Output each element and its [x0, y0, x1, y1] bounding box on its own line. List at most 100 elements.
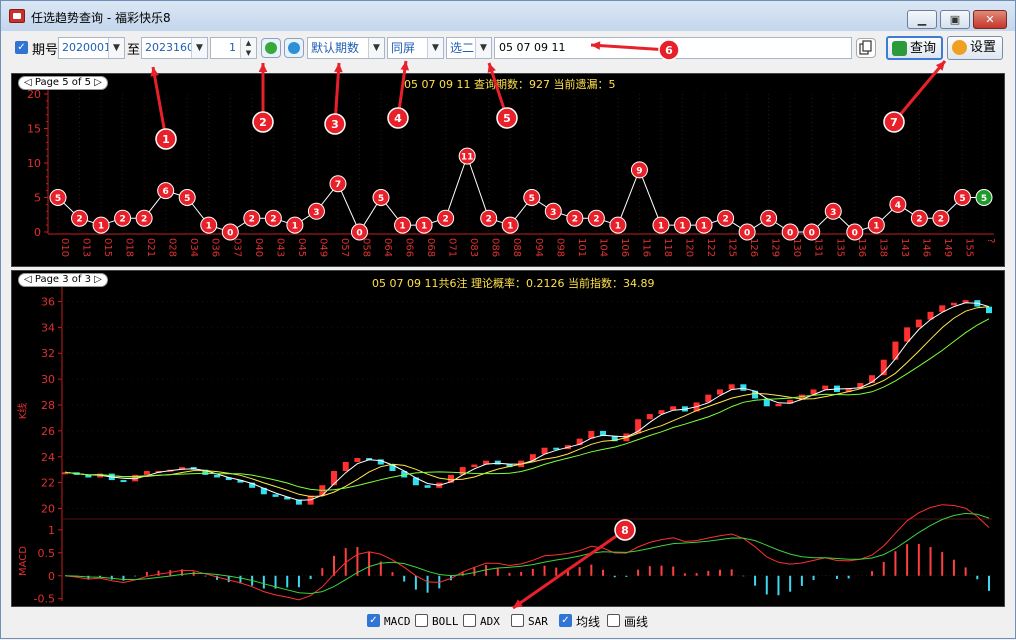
candle — [904, 327, 911, 342]
omission-data-label: 1 — [399, 222, 405, 232]
candle — [775, 403, 782, 407]
candle — [950, 302, 957, 306]
chevron-down-icon: ▼ — [108, 38, 124, 58]
main-window: 任选趋势查询 - 福彩快乐8 ▁ ▣ ✕ ✓ 期号 2020001 ▼ 至 20… — [0, 0, 1016, 639]
x-tick-label: 135 — [834, 238, 845, 257]
x-tick-label: 094 — [533, 238, 544, 257]
maximize-button[interactable]: ▣ — [940, 10, 970, 29]
omission-chart-panel: 0 5 10 15 20 010 013 015 018 021 028 034 036 037 040 04… — [11, 73, 1005, 267]
period-from-select[interactable]: 2020001 ▼ — [58, 37, 125, 59]
to-label: 至 — [127, 43, 141, 58]
title-bar: 任选趋势查询 - 福彩快乐8 ▁ ▣ ✕ — [1, 1, 1015, 31]
candle — [892, 341, 899, 360]
up-arrow-icon — [288, 42, 300, 54]
y-tick-label: 30 — [41, 373, 55, 386]
step-spinner[interactable]: 1 ▲ ▼ — [210, 37, 257, 59]
candle — [272, 494, 279, 497]
omission-data-label: 5 — [55, 194, 61, 204]
omission-data-label: 7 — [335, 180, 341, 190]
period-to-value: 2023160 — [145, 41, 194, 54]
y-tick-label: 5 — [34, 192, 41, 205]
bottom-page-navigator[interactable]: ◁ Page 3 of 3 ▷ — [18, 273, 108, 287]
y-tick-label: 0.5 — [38, 547, 56, 560]
y-tick-label: 20 — [41, 503, 55, 516]
x-tick-label: 131 — [813, 238, 824, 257]
omission-data-label: 0 — [809, 229, 815, 239]
x-tick-label: 130 — [791, 238, 802, 257]
x-tick-label: 086 — [490, 238, 501, 257]
indicator-options: ✓ MACD BOLL ADX SAR ✓ 均线 画线 — [1, 609, 1015, 633]
settings-label: 设置 — [970, 40, 997, 55]
y-tick-label: -0.5 — [34, 593, 55, 606]
omission-data-label: 2 — [442, 215, 448, 225]
candle — [915, 319, 922, 328]
copy-button[interactable] — [856, 38, 876, 58]
adx-label: ADX — [480, 615, 500, 628]
omission-data-label: 6 — [163, 187, 169, 197]
screen-select[interactable]: 同屏 ▼ — [387, 37, 444, 59]
omission-line — [57, 154, 984, 234]
omission-data-label: 1 — [206, 222, 212, 232]
close-button[interactable]: ✕ — [973, 10, 1007, 29]
x-tick-label: 136 — [856, 238, 867, 257]
y-tick-label: 22 — [41, 477, 55, 490]
x-tick-label: 064 — [382, 238, 393, 257]
draw-line-checkbox[interactable] — [607, 614, 620, 627]
refresh-button[interactable] — [261, 38, 281, 58]
x-tick-label: 146 — [920, 238, 931, 257]
x-tick-label: 036 — [210, 238, 221, 257]
x-tick-label: 028 — [167, 238, 178, 257]
omission-data-label: 0 — [744, 229, 750, 239]
period-from-value: 2020001 — [62, 41, 111, 54]
sar-checkbox[interactable] — [511, 614, 524, 627]
screen-value: 同屏 — [391, 41, 416, 55]
y-tick-label: 0 — [34, 226, 41, 239]
ma-checkbox[interactable]: ✓ — [559, 614, 572, 627]
chevron-down-icon: ▼ — [191, 38, 207, 58]
top-page-navigator[interactable]: ◁ Page 5 of 5 ▷ — [18, 76, 108, 90]
x-tick-label: 126 — [748, 238, 759, 257]
x-tick-label: 021 — [145, 238, 156, 257]
upload-button[interactable] — [284, 38, 304, 58]
k-axis-label: K线 — [16, 403, 29, 420]
y-tick-label: 26 — [41, 425, 55, 438]
settings-button[interactable]: 设置 — [947, 36, 1003, 60]
omission-data-label: 2 — [270, 215, 276, 225]
numbers-input[interactable]: 05 07 09 11 — [494, 37, 852, 59]
boll-checkbox[interactable] — [415, 614, 428, 627]
omission-data-label: 1 — [421, 222, 427, 232]
y-tick-label: 32 — [41, 347, 55, 360]
y-tick-label: 36 — [41, 295, 55, 308]
candle — [424, 485, 431, 488]
omission-data-label: 0 — [227, 229, 233, 239]
macd-checkbox[interactable]: ✓ — [367, 614, 380, 627]
candle — [342, 461, 349, 471]
pick-select[interactable]: 选二 ▼ — [446, 37, 492, 59]
omission-data-label: 2 — [76, 215, 82, 225]
x-tick-label: 040 — [253, 238, 264, 257]
adx-checkbox[interactable] — [463, 614, 476, 627]
y-tick-label: 0 — [48, 570, 55, 583]
x-tick-label: 037 — [231, 238, 242, 257]
query-button[interactable]: 查询 — [886, 36, 943, 60]
window-title: 任选趋势查询 - 福彩快乐8 — [31, 11, 171, 25]
step-value: 1 — [229, 41, 236, 54]
mode-select[interactable]: 默认期数 ▼ — [307, 37, 385, 59]
x-tick-label: 013 — [81, 238, 92, 257]
omission-data-label: 2 — [249, 215, 255, 225]
y-tick-label: 10 — [27, 157, 41, 170]
x-tick-label: 043 — [274, 238, 285, 257]
omission-data-label: 3 — [830, 208, 836, 218]
candle — [331, 471, 338, 486]
spinner-arrows-icon[interactable]: ▲ ▼ — [240, 38, 256, 58]
x-tick-label: 116 — [640, 238, 651, 257]
y-tick-label: 28 — [41, 399, 55, 412]
minimize-button[interactable]: ▁ — [907, 10, 937, 29]
period-checkbox[interactable]: ✓ — [15, 41, 28, 54]
period-to-select[interactable]: 2023160 ▼ — [141, 37, 208, 59]
x-tick-label: 129 — [770, 238, 781, 257]
x-tick-label: 138 — [877, 238, 888, 257]
omission-data-label: 0 — [852, 229, 858, 239]
candle — [646, 414, 653, 420]
omission-data-label: 5 — [959, 194, 965, 204]
